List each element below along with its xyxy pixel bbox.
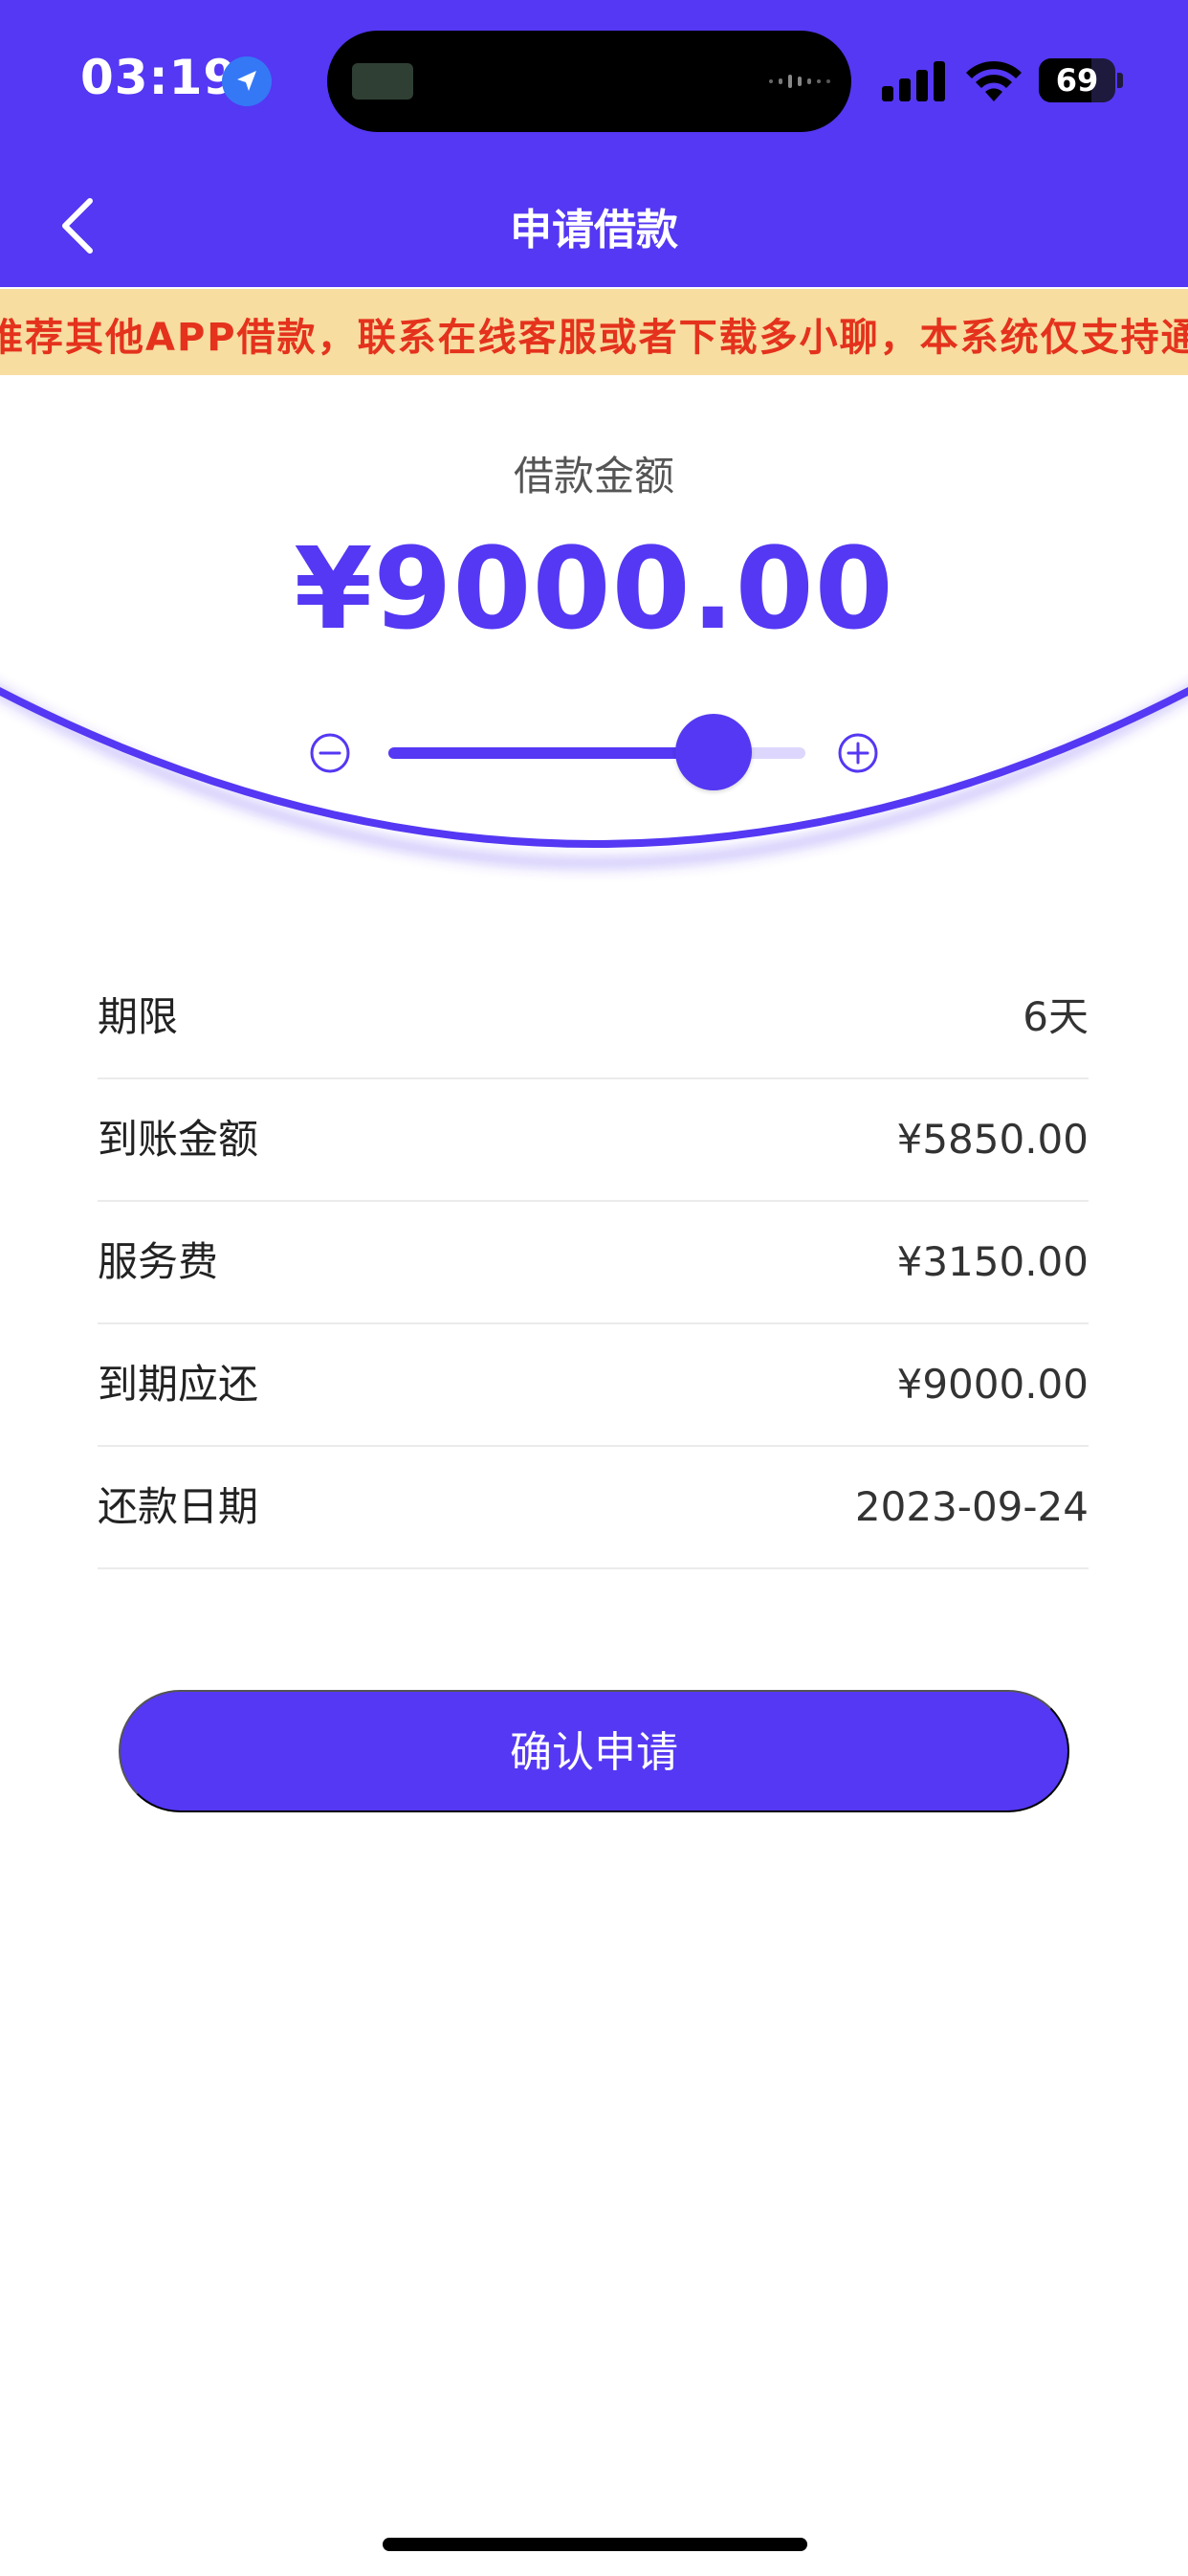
media-thumbnail [352, 63, 413, 100]
amount-label: 借款金额 [513, 453, 674, 500]
battery-body: 69 [1039, 58, 1115, 102]
wifi-icon [966, 60, 1022, 101]
slider-thumb[interactable] [675, 714, 753, 790]
detail-row-term: 期限 6天 [98, 957, 1089, 1079]
loan-details-list: 期限 6天 到账金额 ¥5850.00 服务费 ¥3150.00 到期应还 ¥9… [98, 957, 1089, 1569]
plus-circle-icon[interactable] [836, 731, 880, 775]
detail-row-received-amount: 到账金额 ¥5850.00 [98, 1079, 1089, 1202]
cellular-signal-icon [882, 61, 945, 101]
detail-value: 6天 [1023, 993, 1089, 1040]
amount-value: ¥9000.00 [294, 522, 894, 655]
dynamic-island [327, 31, 851, 132]
battery-icon: 69 [1039, 58, 1123, 102]
location-arrow-icon [222, 56, 272, 106]
detail-row-service-fee: 服务费 ¥3150.00 [98, 1202, 1089, 1324]
slider-fill [388, 747, 715, 759]
audio-waveform-icon [769, 75, 830, 88]
detail-label: 还款日期 [98, 1483, 259, 1530]
detail-row-due-amount: 到期应还 ¥9000.00 [98, 1324, 1089, 1447]
battery-cap [1117, 73, 1123, 88]
page-title: 申请借款 [510, 206, 678, 255]
amount-slider[interactable] [388, 714, 805, 794]
loan-application-screen: 03:19 69 申请借款 推荐其他APP借款，联系在线客服或者下载多小聊，本系… [0, 0, 1188, 2576]
detail-label: 服务费 [98, 1238, 219, 1285]
detail-value: 2023-09-24 [854, 1483, 1089, 1530]
notice-text: 推荐其他APP借款，联系在线客服或者下载多小聊，本系统仅支持通过 [0, 316, 1188, 360]
confirm-application-button[interactable]: 确认申请 [119, 1690, 1069, 1812]
detail-label: 到账金额 [98, 1116, 259, 1163]
detail-row-repayment-date: 还款日期 2023-09-24 [98, 1447, 1089, 1569]
detail-label: 到期应还 [98, 1361, 259, 1408]
minus-circle-icon[interactable] [308, 731, 352, 775]
detail-value: ¥5850.00 [896, 1116, 1089, 1163]
notice-banner: 推荐其他APP借款，联系在线客服或者下载多小聊，本系统仅支持通过 [0, 289, 1188, 375]
detail-value: ¥3150.00 [896, 1238, 1089, 1285]
home-indicator [383, 2538, 807, 2551]
app-header: 03:19 69 申请借款 [0, 0, 1188, 287]
status-time: 03:19 [80, 50, 238, 105]
detail-value: ¥9000.00 [896, 1361, 1089, 1408]
battery-level: 69 [1055, 62, 1099, 99]
detail-label: 期限 [98, 993, 179, 1040]
